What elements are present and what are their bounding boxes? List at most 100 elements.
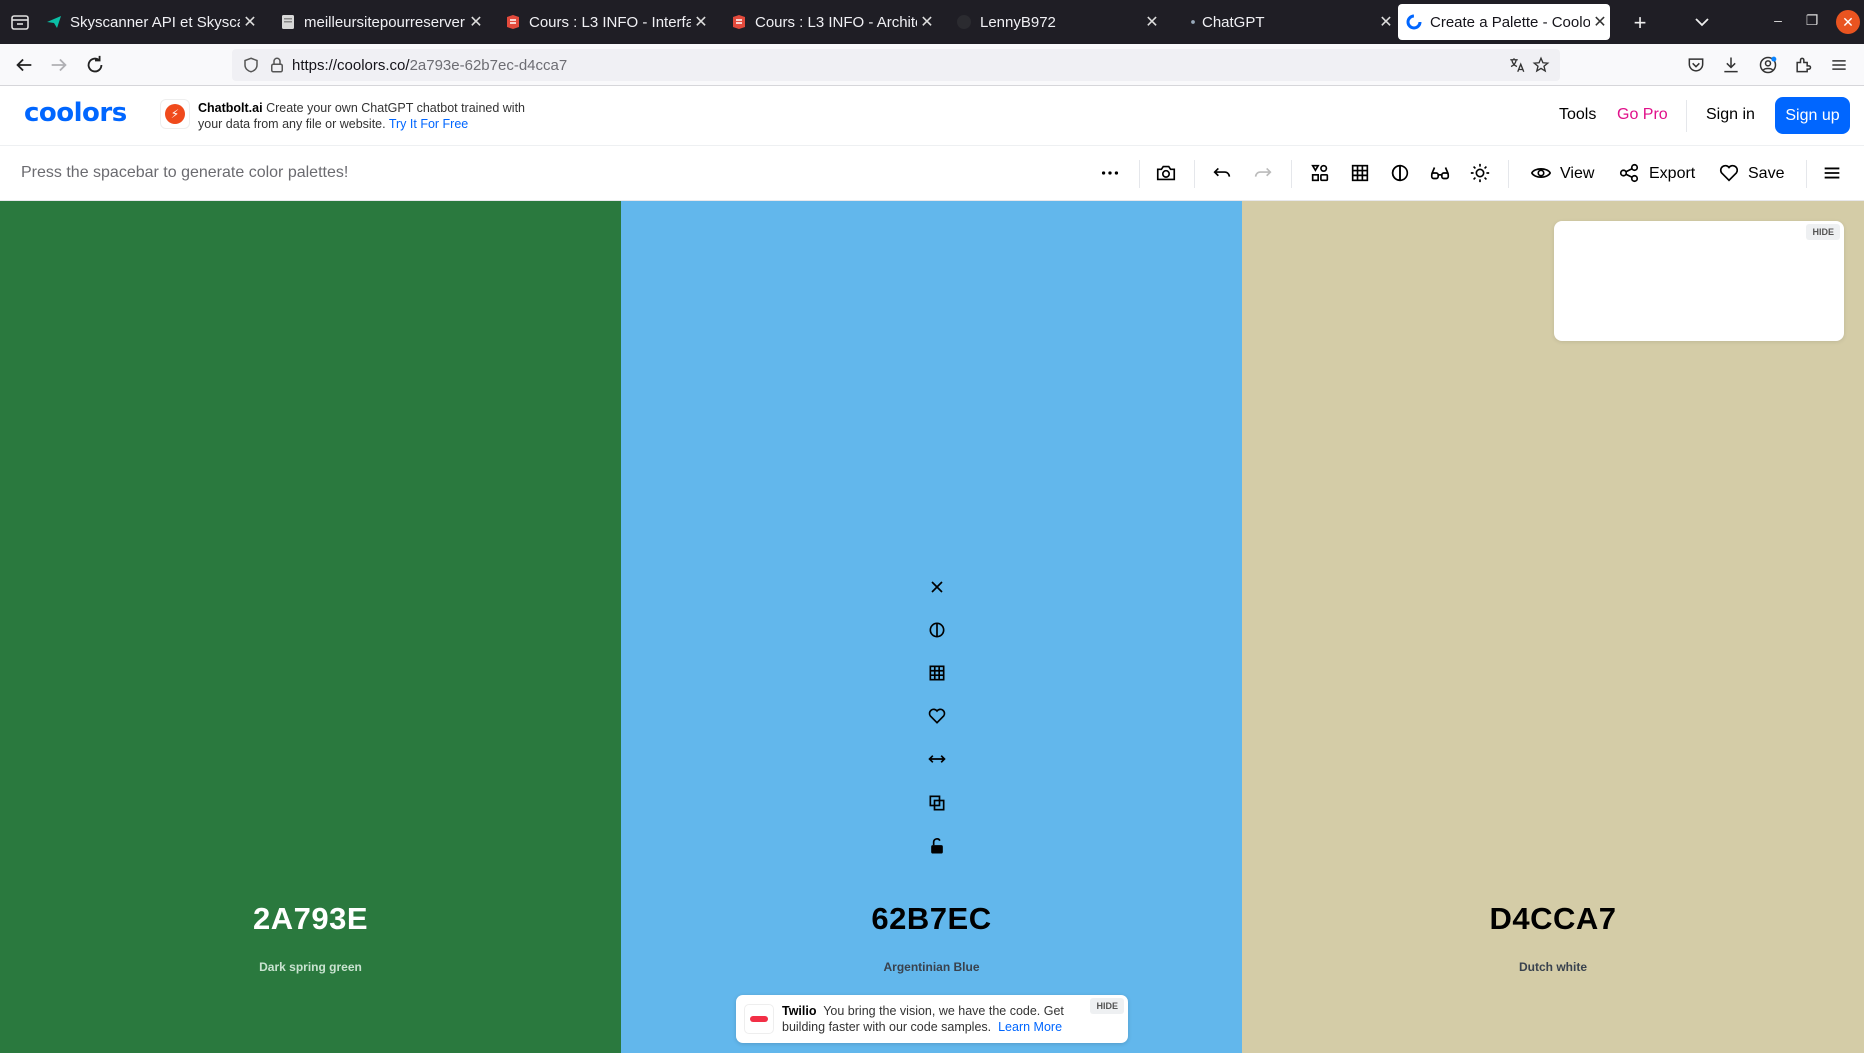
close-tab-icon[interactable]: ✕ <box>1376 12 1396 32</box>
eye-icon[interactable] <box>1530 162 1552 184</box>
more-options-icon[interactable] <box>1099 162 1121 184</box>
download-icon[interactable] <box>1721 55 1741 75</box>
toolbar-divider <box>1806 160 1807 188</box>
dot-icon <box>1191 20 1195 24</box>
redo-icon[interactable] <box>1252 162 1274 184</box>
moodle-icon <box>507 15 519 29</box>
share-export-icon[interactable] <box>1618 162 1640 184</box>
drag-arrows-icon[interactable] <box>927 749 947 769</box>
pocket-icon[interactable] <box>1686 55 1706 75</box>
site-header: coolors ⚡ Chatbolt.ai Create your own Ch… <box>0 86 1864 146</box>
close-tab-icon[interactable]: ✕ <box>691 12 711 32</box>
twilio-ad-text: Twilio You bring the vision, we have the… <box>782 1003 1082 1035</box>
adjust-palette-icon[interactable] <box>1309 162 1331 184</box>
unlocked-padlock-icon[interactable] <box>927 836 947 856</box>
list-tabs-icon[interactable] <box>1690 10 1714 39</box>
browser-tab[interactable]: meilleursitepourreserver ✕ <box>280 4 486 40</box>
new-tab-icon[interactable]: + <box>1628 10 1652 36</box>
browser-nav-bar: https://coolors.co/2a793e-62b7ec-d4cca7 <box>0 44 1864 86</box>
tab-title: Cours : L3 INFO - Interface <box>529 13 691 31</box>
color-name[interactable]: Argentinian Blue <box>621 960 1242 974</box>
toolbar-divider <box>1508 160 1509 188</box>
favorite-heart-icon[interactable] <box>927 706 947 726</box>
tab-title: ChatGPT <box>1202 13 1265 31</box>
heart-icon[interactable] <box>1718 162 1740 184</box>
menu-icon[interactable] <box>1821 162 1843 184</box>
color-blindness-glasses-icon[interactable] <box>1429 162 1451 184</box>
generator-toolbar: Press the spacebar to generate color pal… <box>0 146 1864 201</box>
minimize-icon[interactable]: – <box>1768 12 1788 28</box>
copy-icon[interactable] <box>927 793 947 813</box>
browser-tab[interactable]: Cours : L3 INFO - Architecture ✕ <box>731 4 937 40</box>
browser-tab-active[interactable]: Create a Palette - Coolors ✕ <box>1398 4 1610 40</box>
coolors-logo[interactable]: coolors <box>24 98 127 128</box>
browser-tab[interactable]: LennyB972 ✕ <box>956 4 1162 40</box>
export-button[interactable]: Export <box>1649 165 1695 183</box>
close-tab-icon[interactable]: ✕ <box>466 12 486 32</box>
extensions-icon[interactable] <box>1793 55 1813 75</box>
address-bar[interactable]: https://coolors.co/2a793e-62b7ec-d4cca7 <box>232 49 1560 81</box>
hex-code[interactable]: D4CCA7 <box>1242 901 1864 937</box>
tab-title: meilleursitepourreserver <box>304 13 465 31</box>
hamburger-menu-icon[interactable] <box>1829 55 1849 75</box>
shield-icon[interactable] <box>242 56 260 74</box>
hide-ad-button[interactable]: HIDE <box>1806 224 1840 240</box>
window-close-icon[interactable]: ✕ <box>1836 10 1860 34</box>
learn-more-link[interactable]: Learn More <box>998 1020 1062 1034</box>
account-icon[interactable] <box>1758 55 1778 75</box>
url-text[interactable]: https://coolors.co/2a793e-62b7ec-d4cca7 <box>292 57 567 74</box>
shades-grid-icon[interactable] <box>927 663 947 683</box>
contrast-icon[interactable] <box>1389 162 1411 184</box>
undo-icon[interactable] <box>1211 162 1233 184</box>
browser-tab[interactable]: Skyscanner API et Skyscanner ✕ <box>46 4 260 40</box>
color-name[interactable]: Dutch white <box>1242 960 1864 974</box>
toolbar-divider <box>1291 160 1292 188</box>
github-icon <box>957 15 971 29</box>
twilio-brand: Twilio <box>782 1004 817 1018</box>
tab-title: Create a Palette - Coolors <box>1430 13 1590 31</box>
color-swatch[interactable]: 2A793E Dark spring green <box>0 201 621 1053</box>
save-button[interactable]: Save <box>1748 165 1784 183</box>
view-button[interactable]: View <box>1560 165 1594 183</box>
star-icon[interactable] <box>1532 56 1550 74</box>
sign-in-link[interactable]: Sign in <box>1706 106 1755 124</box>
hex-code[interactable]: 62B7EC <box>621 901 1242 937</box>
browser-tab[interactable]: ChatGPT ✕ <box>1190 4 1396 40</box>
translate-icon[interactable] <box>1508 56 1526 74</box>
moodle-icon <box>733 15 745 29</box>
grid-view-icon[interactable] <box>1349 162 1371 184</box>
close-tab-icon[interactable]: ✕ <box>1142 12 1162 32</box>
chatbolt-logo-icon[interactable]: ⚡ <box>160 99 190 129</box>
tab-overview-icon[interactable] <box>8 10 32 34</box>
ad-brand: Chatbolt.ai <box>198 101 263 115</box>
brightness-sun-icon[interactable] <box>1469 162 1491 184</box>
reload-icon[interactable] <box>84 54 106 76</box>
paper-plane-icon <box>47 16 61 28</box>
toolbar-divider <box>1194 160 1195 188</box>
sign-up-button[interactable]: Sign up <box>1775 97 1850 134</box>
color-name[interactable]: Dark spring green <box>0 960 621 974</box>
toolbar-divider <box>1139 160 1140 188</box>
shades-contrast-icon[interactable] <box>927 620 947 640</box>
twilio-ad[interactable]: Twilio You bring the vision, we have the… <box>736 995 1128 1043</box>
remove-color-icon[interactable] <box>927 577 947 597</box>
hide-ad-button[interactable]: HIDE <box>1090 998 1124 1014</box>
restore-icon[interactable]: ❐ <box>1802 12 1822 29</box>
camera-icon[interactable] <box>1155 162 1177 184</box>
go-pro-link[interactable]: Go Pro <box>1617 106 1668 124</box>
ad-cta-link[interactable]: Try It For Free <box>389 117 468 131</box>
twilio-logo-icon <box>744 1004 774 1034</box>
browser-tab[interactable]: Cours : L3 INFO - Interface ✕ <box>505 4 711 40</box>
back-arrow-icon[interactable] <box>13 54 35 76</box>
tools-link[interactable]: Tools <box>1559 106 1596 124</box>
hex-code[interactable]: 2A793E <box>0 901 621 937</box>
color-swatch[interactable]: 62B7EC Argentinian Blue <box>621 201 1242 1053</box>
close-tab-icon[interactable]: ✕ <box>240 12 260 32</box>
ad-placeholder[interactable]: HIDE <box>1554 221 1844 341</box>
header-ad[interactable]: Chatbolt.ai Create your own ChatGPT chat… <box>198 100 528 132</box>
forward-arrow-icon[interactable] <box>48 54 70 76</box>
lock-icon[interactable] <box>268 56 286 74</box>
close-tab-icon[interactable]: ✕ <box>1590 12 1610 32</box>
tab-title: Cours : L3 INFO - Architecture <box>755 13 917 31</box>
close-tab-icon[interactable]: ✕ <box>917 12 937 32</box>
